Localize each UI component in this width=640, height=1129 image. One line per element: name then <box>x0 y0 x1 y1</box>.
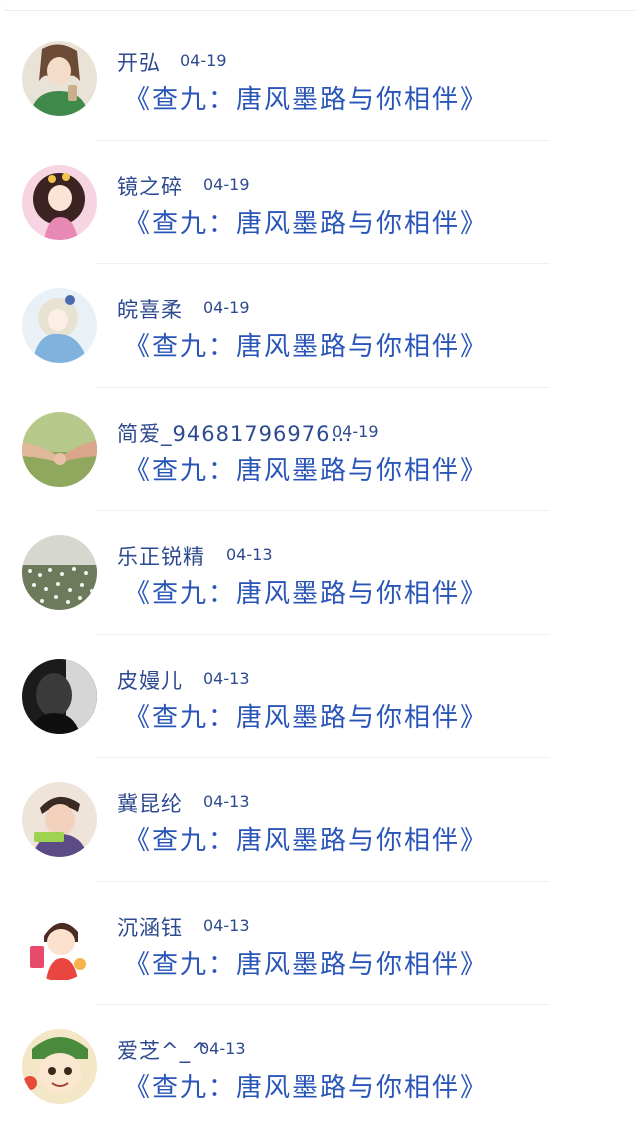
cartoon-face-avatar[interactable] <box>22 1029 97 1104</box>
user-name[interactable]: 开弘 <box>117 47 161 77</box>
dark-portrait-avatar[interactable] <box>22 658 97 734</box>
list-item[interactable]: 爱芝^_^ 04-13 《查九：唐风墨路与你相伴》 <box>0 1005 640 1129</box>
user-name[interactable]: 爱芝^_^ <box>117 1035 210 1065</box>
list-item[interactable]: 镜之碎 04-19 《查九：唐风墨路与你相伴》 <box>0 141 640 264</box>
work-title[interactable]: 《查九：唐风墨路与你相伴》 <box>124 820 488 857</box>
comment-date: 04-13 <box>203 668 250 688</box>
top-bar <box>0 0 640 11</box>
work-title[interactable]: 《查九：唐风墨路与你相伴》 <box>124 79 488 116</box>
list-item[interactable]: 沉涵钰 04-13 《查九：唐风墨路与你相伴》 <box>0 882 640 1005</box>
comment-date: 04-19 <box>203 174 250 194</box>
work-title[interactable]: 《查九：唐风墨路与你相伴》 <box>124 326 488 363</box>
work-title[interactable]: 《查九：唐风墨路与你相伴》 <box>124 203 488 240</box>
work-title[interactable]: 《查九：唐风墨路与你相伴》 <box>124 450 488 487</box>
list-item[interactable]: 冀昆纶 04-13 《查九：唐风墨路与你相伴》 <box>0 758 640 882</box>
cartoon-girl-avatar[interactable] <box>22 905 97 981</box>
anime-girl-blue-dress-avatar[interactable] <box>22 288 97 363</box>
flower-field-avatar[interactable] <box>22 535 97 610</box>
work-title[interactable]: 《查九：唐风墨路与你相伴》 <box>124 697 488 734</box>
user-name[interactable]: 简爱_94681796976… <box>117 418 352 448</box>
user-name[interactable]: 沉涵钰 <box>117 912 183 942</box>
list-item[interactable]: 开弘 04-19 《查九：唐风墨路与你相伴》 <box>0 17 640 141</box>
boy-green-tag-avatar[interactable] <box>22 782 97 857</box>
comment-date: 04-19 <box>180 51 227 70</box>
list-item[interactable]: 乐正锐精 04-13 《查九：唐风墨路与你相伴》 <box>0 511 640 635</box>
comment-date: 04-19 <box>203 298 250 317</box>
list-item[interactable]: 简爱_94681796976… 04-19 《查九：唐风墨路与你相伴》 <box>0 388 640 511</box>
comment-date: 04-13 <box>199 1039 246 1058</box>
user-name[interactable]: 乐正锐精 <box>117 541 205 571</box>
user-name[interactable]: 皖喜柔 <box>117 294 183 324</box>
comment-date: 04-13 <box>226 545 273 564</box>
list-item[interactable]: 皖喜柔 04-19 《查九：唐风墨路与你相伴》 <box>0 264 640 388</box>
user-name[interactable]: 皮嫚儿 <box>117 665 183 695</box>
comment-date: 04-13 <box>203 915 250 935</box>
holding-hands-avatar[interactable] <box>22 411 97 487</box>
woman-with-drink-avatar[interactable] <box>22 41 97 116</box>
user-name[interactable]: 冀昆纶 <box>117 788 183 818</box>
user-name[interactable]: 镜之碎 <box>117 171 183 201</box>
list-item[interactable]: 皮嫚儿 04-13 《查九：唐风墨路与你相伴》 <box>0 635 640 758</box>
work-title[interactable]: 《查九：唐风墨路与你相伴》 <box>124 573 488 610</box>
anime-girl-curly-hair-avatar[interactable] <box>22 164 97 240</box>
work-title[interactable]: 《查九：唐风墨路与你相伴》 <box>124 1067 488 1104</box>
comment-list: 开弘 04-19 《查九：唐风墨路与你相伴》 镜之碎 04-19 《查九：唐风墨… <box>0 17 640 1129</box>
work-title[interactable]: 《查九：唐风墨路与你相伴》 <box>124 944 488 981</box>
comment-date: 04-19 <box>332 421 379 441</box>
comment-date: 04-13 <box>203 792 250 811</box>
